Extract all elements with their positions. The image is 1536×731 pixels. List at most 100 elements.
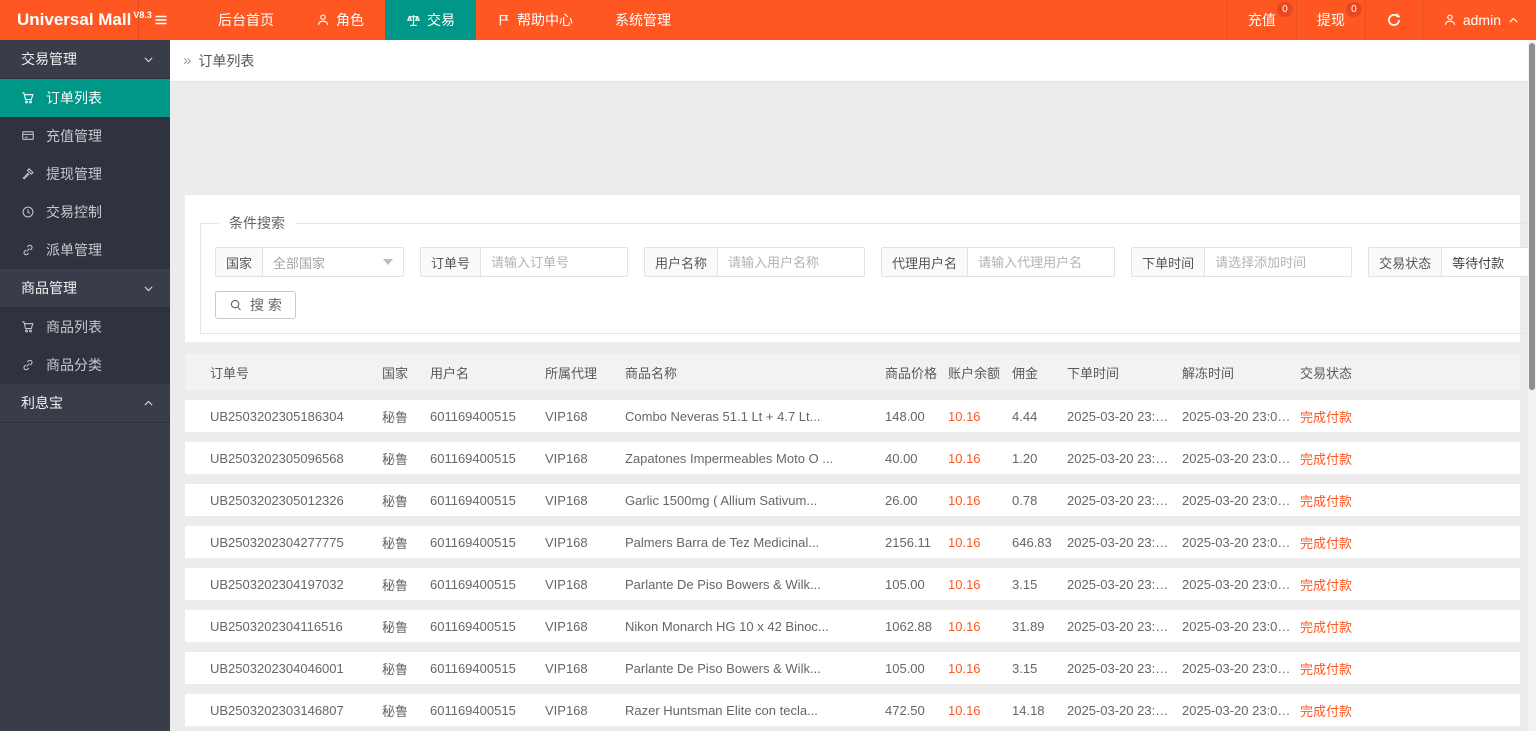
- scales-icon: [406, 13, 421, 28]
- gavel-icon: [21, 167, 37, 181]
- table-cell: 完成付款: [1300, 661, 1353, 677]
- sidebar-item-0-1[interactable]: 充值管理: [0, 117, 170, 155]
- table-cell: 秘鲁: [382, 409, 409, 425]
- top-menu: 后台首页 角色 交易 帮助中心 系统管理: [197, 0, 692, 40]
- sidebar-item-label: 充值管理: [46, 128, 102, 144]
- table-cell: VIP168: [545, 576, 588, 592]
- sidebar-item-0-3[interactable]: 交易控制: [0, 193, 170, 231]
- table-cell: Garlic 1500mg ( Allium Sativum...: [625, 492, 818, 508]
- table-cell: 1062.88: [885, 618, 932, 634]
- sidebar-item-1-0[interactable]: 商品列表: [0, 308, 170, 346]
- refresh-icon: [1386, 12, 1402, 28]
- table-cell: 472.50: [885, 702, 925, 718]
- table-header-row: 订单号 国家 用户名 所属代理 商品名称 商品价格 账户余额 佣金 下单时间 解冻时间 交易状态: [185, 354, 1520, 390]
- sidebar-item-label: 交易控制: [46, 204, 102, 220]
- table-cell: 148.00: [885, 408, 925, 424]
- table-cell: UB2503202305186304: [210, 408, 344, 424]
- topbar: Universal Mall V8.3 后台首页 角色 交易 帮助中心 系统管理 充值 …: [0, 0, 1536, 40]
- table-cell: UB2503202304116516: [210, 618, 343, 634]
- table-cell: Parlante De Piso Bowers & Wilk...: [625, 576, 821, 592]
- field-input-1[interactable]: [481, 248, 628, 276]
- table-cell: Parlante De Piso Bowers & Wilk...: [625, 660, 821, 676]
- table-cell: 2025-03-20 23:04:32: [1182, 576, 1300, 592]
- table-header-cell: 解冻时间: [1182, 365, 1235, 381]
- search-button-label: 搜 索: [250, 297, 282, 313]
- search-field-4: 下单时间: [1131, 247, 1353, 277]
- sidebar-item-0-2[interactable]: 提现管理: [0, 155, 170, 193]
- search-button[interactable]: 搜 索: [215, 291, 296, 319]
- field-label: 用户名称: [645, 248, 719, 276]
- table-cell: VIP168: [545, 618, 588, 634]
- sidebar-item-label: 派单管理: [46, 242, 102, 258]
- table-cell: 3.15: [1012, 660, 1038, 676]
- sidebar-group-1[interactable]: 商品管理: [0, 269, 170, 308]
- hamburger-icon[interactable]: [139, 0, 183, 40]
- flag-icon: [497, 13, 511, 27]
- table-cell: UB2503202305096568: [210, 450, 344, 466]
- top-menu-item-label: 帮助中心: [517, 12, 573, 28]
- chevdown-icon: [142, 282, 155, 295]
- sidebar-item-0-0[interactable]: 订单列表: [0, 79, 170, 117]
- search-field-0: 国家 全部国家: [215, 247, 405, 277]
- field-select-5[interactable]: 等待付款: [1442, 248, 1536, 276]
- field-label: 订单号: [421, 248, 482, 276]
- table-cell: Zapatones Impermeables Moto O ...: [625, 450, 834, 466]
- table-row-6: UB2503202304046001 秘鲁 601169400515 VIP168 Pa…: [185, 652, 1520, 684]
- table-cell: 2025-03-20 23:04:04: [1067, 660, 1182, 676]
- withdraw-label: 提现: [1316, 12, 1345, 28]
- field-input-4[interactable]: [1205, 248, 1352, 276]
- table-cell: 2025-03-20 23:05:02: [1182, 534, 1300, 550]
- search-panel: 条件搜索 国家全部国家订单号用户名称代理用户名下单时间交易状态等待付款 搜 索: [185, 195, 1536, 342]
- table-cell: UB2503202304277775: [210, 534, 344, 550]
- top-menu-item-label: 交易: [427, 12, 455, 28]
- table-row-2: UB2503202305012326 秘鲁 601169400515 VIP168 Ga…: [185, 484, 1520, 516]
- top-menu-item-1[interactable]: 角色: [295, 0, 385, 40]
- select-value: 全部国家: [273, 255, 326, 271]
- table-cell: 2025-03-20 23:05:18: [1067, 408, 1182, 424]
- table-row-1: UB2503202305096568 秘鲁 601169400515 VIP168 Za…: [185, 442, 1520, 474]
- sidebar-item-0-4[interactable]: 派单管理: [0, 231, 170, 269]
- table-cell: UB2503202304197032: [210, 576, 344, 592]
- table-cell: 完成付款: [1300, 493, 1353, 509]
- table-header-cell: 账户余额: [948, 365, 1001, 381]
- sidebar-group-2[interactable]: 利息宝: [0, 384, 170, 423]
- table-cell: 2025-03-20 23:04:23: [1182, 618, 1300, 634]
- app-window: Universal Mall V8.3 后台首页 角色 交易 帮助中心 系统管理 充值 …: [0, 0, 1536, 731]
- table-cell: Palmers Barra de Tez Medicinal...: [625, 534, 820, 550]
- top-menu-item-0[interactable]: 后台首页: [197, 0, 295, 40]
- search-legend: 条件搜索: [229, 215, 285, 231]
- table-cell: 秘鲁: [382, 493, 409, 509]
- withdraw-button[interactable]: 提现 0: [1295, 0, 1365, 40]
- table-cell: VIP168: [545, 534, 588, 550]
- field-input-2[interactable]: [718, 248, 865, 276]
- sidebar-group-0[interactable]: 交易管理: [0, 40, 170, 79]
- top-menu-item-2[interactable]: 交易: [385, 0, 476, 40]
- table-cell: 14.18: [1012, 702, 1045, 718]
- sidebar-group-label: 交易管理: [21, 51, 77, 67]
- user-menu[interactable]: admin: [1421, 0, 1536, 40]
- table-cell: 2025-03-20 23:05:21: [1182, 450, 1300, 466]
- table-cell: 40.00: [885, 450, 918, 466]
- table-cell: VIP168: [545, 408, 588, 424]
- top-menu-item-4[interactable]: 系统管理: [594, 0, 692, 40]
- table-cell: 2025-03-20 23:05:09: [1067, 450, 1182, 466]
- table-cell: 2025-03-20 23:03:31: [1182, 702, 1300, 718]
- chevdown-icon: [142, 53, 155, 66]
- field-input-3[interactable]: [968, 248, 1115, 276]
- recharge-button[interactable]: 充值 0: [1226, 0, 1296, 40]
- sidebar-item-1-1[interactable]: 商品分类: [0, 346, 170, 384]
- link-icon: [21, 358, 37, 372]
- table-cell: 秘鲁: [382, 451, 409, 467]
- table-cell: 601169400515: [430, 702, 516, 718]
- table-cell: 646.83: [1012, 534, 1052, 550]
- table-cell: Combo Neveras 51.1 Lt + 4.7 Lt...: [625, 408, 821, 424]
- vertical-scrollbar[interactable]: [1528, 40, 1536, 731]
- scrollbar-thumb[interactable]: [1529, 43, 1535, 390]
- field-select-0[interactable]: 全部国家: [263, 248, 403, 276]
- table-cell: 0.78: [1012, 492, 1038, 508]
- top-menu-item-3[interactable]: 帮助中心: [476, 0, 594, 40]
- orders-table: 订单号 国家 用户名 所属代理 商品名称 商品价格 账户余额 佣金 下单时间 解冻时间 交易状态 UB…: [185, 354, 1520, 731]
- table-header-cell: 国家: [382, 365, 409, 381]
- sidebar-group-label: 商品管理: [21, 280, 77, 296]
- refresh-button[interactable]: [1364, 0, 1422, 40]
